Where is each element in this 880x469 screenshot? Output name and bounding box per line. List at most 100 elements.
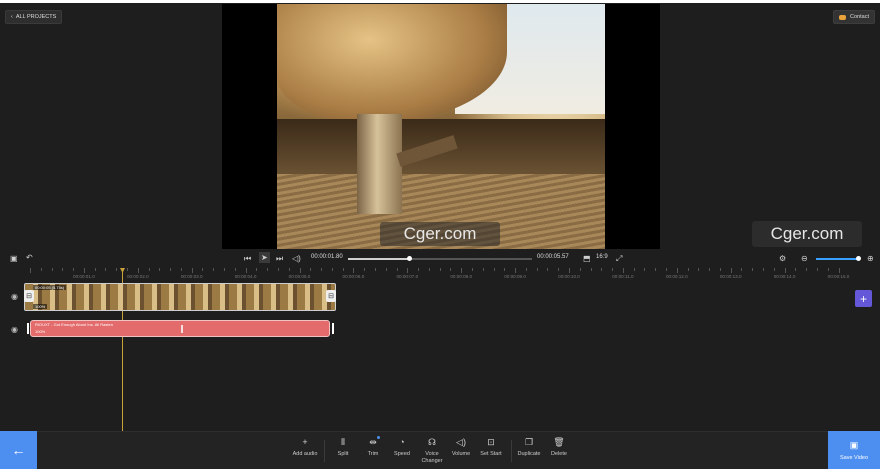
contact-label: Contact	[850, 14, 869, 20]
aspect-ratio-label[interactable]: 16:9	[596, 254, 608, 260]
audio-clip[interactable]: RIOUXT - Got Enough About Ins. All Raste…	[30, 320, 330, 337]
speed-label: Speed	[394, 451, 410, 457]
ruler-tick	[633, 268, 635, 271]
preview-frame	[277, 4, 605, 249]
volume-button[interactable]: ◁) Volume	[452, 437, 470, 458]
volume-icon[interactable]: ◁)	[292, 254, 301, 263]
timeline-ruler[interactable]: 00:00:01.0 00:00:02.0 00:00:03.0 00:00:04.0…	[30, 268, 880, 284]
trim-notification-dot	[377, 436, 380, 439]
ruler-tick	[687, 268, 689, 271]
zoom-slider[interactable]	[816, 258, 860, 260]
toolbar-separator	[511, 440, 512, 462]
arrow-left-icon: ←	[11, 442, 26, 458]
save-video-label: Save Video	[839, 454, 869, 461]
fullscreen-icon[interactable]: ⤢	[616, 254, 622, 264]
ruler-tick	[310, 268, 312, 271]
ruler-label: 00:00:14.0	[773, 274, 796, 279]
ruler-tick	[30, 268, 31, 273]
save-icon[interactable]: ▣	[10, 254, 18, 263]
ruler-tick	[428, 268, 430, 271]
audio-clip-left-bar[interactable]	[27, 323, 29, 334]
ruler-tick	[579, 268, 581, 271]
ruler-tick	[191, 268, 193, 273]
ruler-tick	[170, 268, 172, 271]
ruler-tick	[504, 268, 506, 271]
set-start-label: Set Start	[480, 451, 502, 457]
delete-icon: 🗑	[553, 437, 565, 447]
toolbar-separator	[324, 440, 325, 462]
delete-label: Delete	[551, 451, 567, 457]
add-track-button[interactable]: +	[855, 290, 872, 307]
save-video-button[interactable]: ▣ Save Video	[828, 431, 880, 469]
ruler-tick	[612, 268, 614, 271]
chevron-left-icon: ‹	[11, 14, 13, 20]
clip-end-handle[interactable]: ⊟	[326, 290, 336, 302]
ruler-tick	[331, 268, 333, 271]
ruler-tick	[277, 268, 279, 271]
set-start-icon: ⊡	[487, 437, 495, 447]
ruler-tick	[299, 268, 301, 273]
ruler-tick	[525, 268, 527, 271]
ruler-tick	[719, 268, 721, 271]
ruler-tick	[730, 268, 732, 273]
speed-button[interactable]: ◔ Speed	[394, 437, 410, 458]
ruler-tick	[267, 268, 269, 271]
audio-clip-right-bar[interactable]	[332, 323, 334, 334]
ruler-tick	[655, 268, 657, 271]
duplicate-label: Duplicate	[517, 451, 541, 457]
ruler-tick	[515, 268, 517, 273]
ruler-tick	[148, 268, 150, 271]
contact-button[interactable]: Contact	[833, 10, 875, 24]
ruler-tick	[773, 268, 775, 271]
split-button[interactable]: ⫴ Split	[338, 437, 349, 458]
skip-back-icon[interactable]: ⏮	[244, 254, 251, 264]
back-button[interactable]: ←	[0, 431, 37, 469]
playback-progress[interactable]	[348, 256, 532, 261]
ruler-tick	[569, 268, 570, 273]
split-icon: ⫴	[341, 437, 345, 447]
video-clip[interactable]: 00:00:05 (5.75s) 100%	[24, 283, 336, 311]
aspect-ratio-icon[interactable]: ⬒	[583, 254, 591, 263]
zoom-in-icon[interactable]: ⊕	[867, 254, 874, 263]
audio-track-eye-icon[interactable]: ◉	[11, 325, 18, 334]
delete-button[interactable]: 🗑 Delete	[551, 437, 567, 458]
video-track-eye-icon[interactable]: ◉	[11, 292, 18, 301]
all-projects-button[interactable]: ‹ ALL PROJECTS	[5, 10, 63, 24]
ruler-label: 00:00:06.0	[342, 274, 365, 279]
ruler-tick	[827, 268, 829, 271]
ruler-tick	[601, 268, 603, 271]
volume-icon: ◁)	[456, 437, 466, 447]
duplicate-button[interactable]: ❐ Duplicate	[518, 437, 541, 458]
ruler-tick	[364, 268, 366, 271]
trim-button[interactable]: ⇹ Trim	[368, 437, 379, 458]
ruler-tick	[806, 268, 808, 271]
ruler-tick	[461, 268, 463, 273]
clip-start-handle[interactable]: ⊟	[24, 290, 34, 302]
ruler-tick	[374, 268, 376, 271]
add-audio-button[interactable]: + Add audio	[293, 437, 318, 458]
ruler-label: 00:00:02.0	[126, 274, 149, 279]
watermark-right: Cger.com	[752, 221, 862, 247]
ruler-tick	[418, 268, 420, 271]
ruler-tick	[676, 268, 678, 273]
video-preview	[222, 4, 660, 249]
audio-clip-marker	[181, 325, 183, 333]
ruler-tick	[213, 268, 215, 271]
ruler-tick	[482, 268, 484, 271]
zoom-knob[interactable]	[856, 256, 861, 261]
progress-fill	[348, 258, 409, 260]
progress-knob[interactable]	[406, 256, 412, 261]
trim-label: Trim	[367, 451, 379, 457]
zoom-out-icon[interactable]: ⊖	[801, 254, 808, 263]
ruler-tick	[709, 268, 711, 271]
skip-forward-icon[interactable]: ⏭	[276, 254, 283, 264]
duplicate-icon: ❐	[524, 437, 534, 447]
voice-changer-button[interactable]: ☊ Voice Changer	[421, 437, 442, 465]
settings-icon[interactable]: ⚙	[779, 254, 786, 263]
ruler-tick	[321, 268, 323, 271]
set-start-button[interactable]: ⊡ Set Start	[480, 437, 501, 458]
undo-icon[interactable]: ↶	[26, 253, 33, 262]
save-icon: ▣	[849, 439, 859, 450]
pointer-icon[interactable]: ➤	[259, 252, 270, 263]
ruler-tick	[450, 268, 452, 271]
